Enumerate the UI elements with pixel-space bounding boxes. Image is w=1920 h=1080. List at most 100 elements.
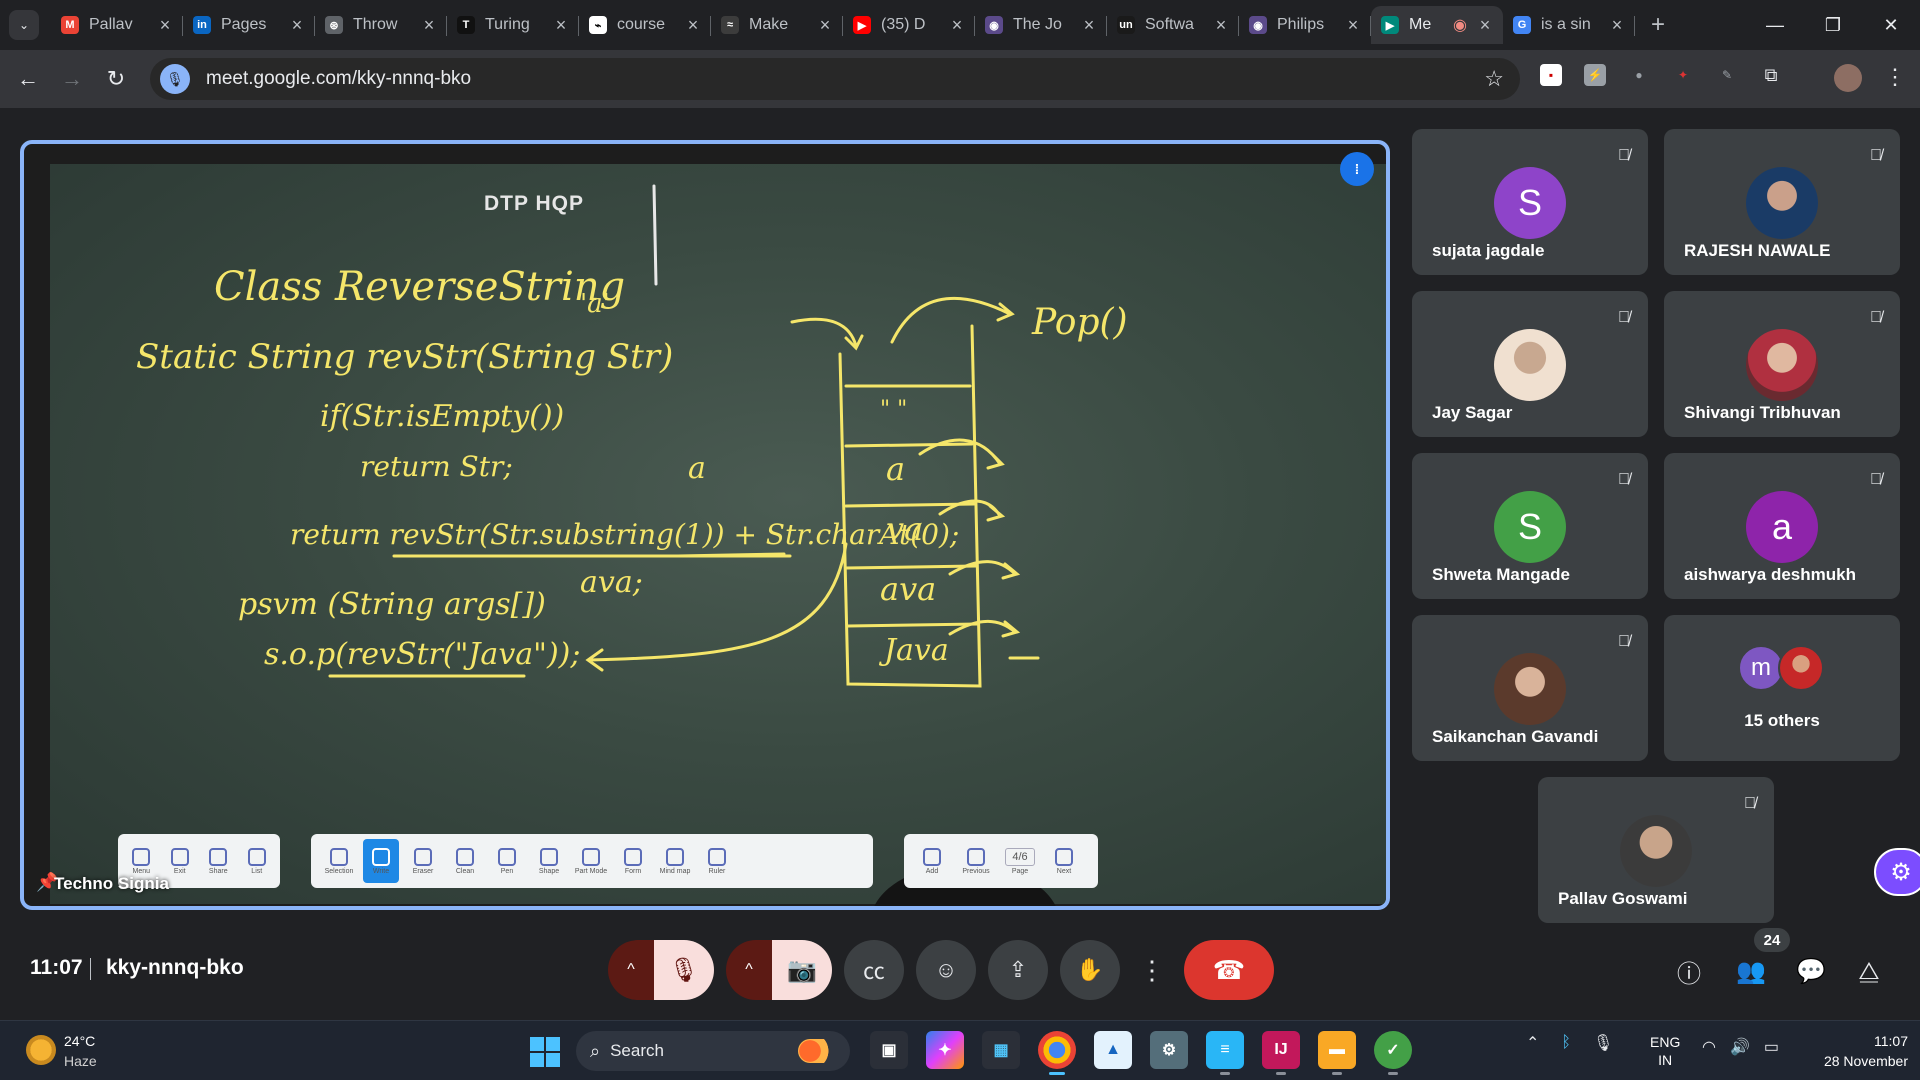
settings-icon[interactable]: ⚙	[1150, 1031, 1188, 1069]
participant-tile[interactable]: Jay Sagar 🎙̸	[1412, 291, 1648, 437]
tab-close-icon[interactable]: ×	[1477, 15, 1493, 36]
leave-call-button[interactable]: ☎	[1184, 940, 1274, 1000]
camera-off-button[interactable]: 📷	[772, 940, 832, 1000]
tab-close-icon[interactable]: ×	[1345, 15, 1361, 36]
more-options-button[interactable]: ⋮	[1132, 940, 1172, 1000]
browser-tab[interactable]: in Pages ×	[183, 6, 315, 44]
extensions-puzzle-icon[interactable]: ⧉	[1760, 64, 1782, 86]
restore-button[interactable]: ❐	[1804, 15, 1862, 36]
copilot-icon[interactable]: ✦	[926, 1031, 964, 1069]
tab-close-icon[interactable]: ×	[1081, 15, 1097, 36]
browser-tab[interactable]: ≈ Make ×	[711, 6, 843, 44]
chevron-up-icon[interactable]: ⌃	[1526, 1033, 1539, 1053]
board-tool[interactable]: Shape	[531, 839, 567, 883]
board-tool[interactable]: Share	[205, 839, 232, 883]
video-options-button[interactable]: ^	[726, 940, 772, 1000]
minimize-button[interactable]: —	[1746, 15, 1804, 36]
board-tool[interactable]: Add	[914, 839, 950, 883]
taskbar-clock[interactable]: 11:07 28 November	[1790, 1031, 1908, 1071]
browser-tab[interactable]: un Softwa ×	[1107, 6, 1239, 44]
raise-hand-button[interactable]: ✋	[1060, 940, 1120, 1000]
board-tool[interactable]: Previous	[958, 839, 994, 883]
tab-close-icon[interactable]: ×	[289, 15, 305, 36]
extension-4-icon[interactable]: ✦	[1672, 64, 1694, 86]
reactions-button[interactable]: ☺	[916, 940, 976, 1000]
others-tile[interactable]: m 15 others	[1664, 615, 1900, 761]
notepad-icon[interactable]: ≡	[1206, 1031, 1244, 1075]
browser-tab[interactable]: ▶ (35) D ×	[843, 6, 975, 44]
tab-close-icon[interactable]: ×	[553, 15, 569, 36]
browser-tab[interactable]: Gis a sin ×	[1503, 6, 1635, 44]
participant-tile[interactable]: Shivangi Tribhuvan 🎙̸	[1664, 291, 1900, 437]
browser-tab[interactable]: ⊛ Throw ×	[315, 6, 447, 44]
forward-button[interactable]: →	[50, 66, 94, 92]
participant-tile[interactable]: RAJESH NAWALE 🎙̸	[1664, 129, 1900, 275]
participant-tile[interactable]: a aishwarya deshmukh 🎙̸	[1664, 453, 1900, 599]
board-tool[interactable]: Exit	[167, 839, 194, 883]
photos-icon[interactable]: ▲	[1094, 1031, 1132, 1069]
board-tool[interactable]: Clean	[447, 839, 483, 883]
board-tool[interactable]: Pen	[489, 839, 525, 883]
file-explorer-icon[interactable]: ▬	[1318, 1031, 1356, 1075]
task-view-icon[interactable]: ▣	[870, 1031, 908, 1069]
participant-tile[interactable]: Pallav Goswami 🎙̸	[1538, 777, 1774, 923]
reload-button[interactable]: ↻	[94, 66, 138, 92]
board-tool[interactable]: Mind map	[657, 839, 693, 883]
microphone-icon[interactable]: 🎙	[1593, 1033, 1613, 1053]
microsoft-store-icon[interactable]: ▦	[982, 1031, 1020, 1069]
info-icon[interactable]: ⓘ	[1676, 954, 1702, 989]
board-tool[interactable]: List	[244, 839, 271, 883]
board-tool[interactable]: Ruler	[699, 839, 735, 883]
address-bar[interactable]: 🎙 meet.google.com/kky-nnnq-bko ☆	[150, 58, 1520, 100]
gear-icon[interactable]: ⚙	[1874, 848, 1920, 896]
board-tool[interactable]: Selection	[321, 839, 357, 883]
board-tool[interactable]: Next	[1046, 839, 1082, 883]
captions-button[interactable]: ㏄	[844, 940, 904, 1000]
chat-icon[interactable]: 💬	[1796, 957, 1826, 986]
participant-tile[interactable]: Saikanchan Gavandi 🎙̸	[1412, 615, 1648, 761]
tab-close-icon[interactable]: ×	[817, 15, 833, 36]
chrome-icon[interactable]	[1038, 1031, 1076, 1075]
audio-options-button[interactable]: ^	[608, 940, 654, 1000]
quick-settings[interactable]: ◠ 🔊 ▭	[1702, 1037, 1779, 1057]
people-icon[interactable]: 👥	[1736, 957, 1766, 986]
browser-tab[interactable]: M Pallav ×	[51, 6, 183, 44]
extension-1-icon[interactable]: ▪	[1540, 64, 1562, 86]
browser-tab[interactable]: ⌁ course ×	[579, 6, 711, 44]
close-window-button[interactable]: ✕	[1862, 15, 1920, 36]
tab-close-icon[interactable]: ×	[1213, 15, 1229, 36]
participant-tile[interactable]: Ssujata jagdale 🎙̸	[1412, 129, 1648, 275]
mic-in-use-icon[interactable]: 🎙	[160, 64, 190, 94]
start-button[interactable]	[530, 1037, 560, 1067]
browser-tab[interactable]: T Turing ×	[447, 6, 579, 44]
new-tab-button[interactable]: +	[1643, 11, 1673, 39]
board-tool[interactable]: Eraser	[405, 839, 441, 883]
browser-tab[interactable]: ◉ The Jo ×	[975, 6, 1107, 44]
extension-2-icon[interactable]: ⚡	[1584, 64, 1606, 86]
taskbar-search[interactable]: ⌕ Search	[576, 1031, 850, 1071]
browser-menu-icon[interactable]: ⋮	[1884, 64, 1906, 90]
present-button[interactable]: ⇪	[988, 940, 1048, 1000]
back-button[interactable]: ←	[6, 66, 50, 92]
tab-close-icon[interactable]: ×	[1609, 15, 1625, 36]
tab-close-icon[interactable]: ×	[949, 15, 965, 36]
board-tool[interactable]: Form	[615, 839, 651, 883]
app-icon[interactable]: ✓	[1374, 1031, 1412, 1075]
participant-tile[interactable]: S Shweta Mangade 🎙̸	[1412, 453, 1648, 599]
browser-tab[interactable]: ◉ Philips ×	[1239, 6, 1371, 44]
tab-close-icon[interactable]: ×	[685, 15, 701, 36]
tab-search-button[interactable]: ⌄	[9, 10, 39, 40]
language-indicator[interactable]: ENG IN	[1650, 1033, 1680, 1069]
extension-5-icon[interactable]: ✎	[1716, 64, 1738, 86]
extension-3-icon[interactable]: ●	[1628, 64, 1650, 86]
bookmark-star-icon[interactable]: ☆	[1484, 66, 1504, 92]
tab-close-icon[interactable]: ×	[157, 15, 173, 36]
activities-icon[interactable]: ⧋	[1856, 958, 1882, 986]
presentation-stage[interactable]: Class ReverseString Static String revStr…	[20, 140, 1390, 910]
bluetooth-icon[interactable]: ᛒ	[1561, 1034, 1571, 1052]
intellij-icon[interactable]: IJ	[1262, 1031, 1300, 1075]
tab-close-icon[interactable]: ×	[421, 15, 437, 36]
browser-tab[interactable]: ▶ Me ◉ ×	[1371, 6, 1503, 44]
board-tool[interactable]: Write	[363, 839, 399, 883]
profile-avatar[interactable]	[1834, 64, 1862, 92]
